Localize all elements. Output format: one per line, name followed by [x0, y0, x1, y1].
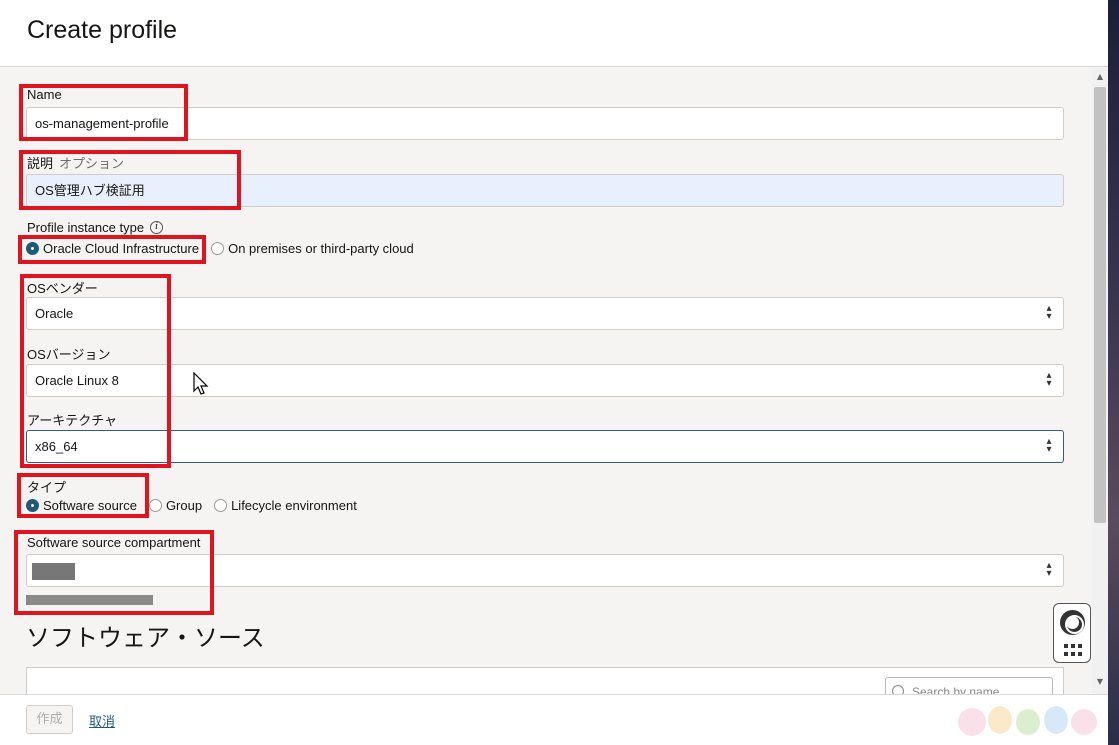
panel-header: Create profile: [0, 0, 1108, 67]
panel-footer: 作成 取消: [0, 694, 1108, 745]
instance-type-label-text: Profile instance type: [27, 220, 145, 235]
highlight-os-fields: [20, 274, 171, 468]
os-version-select[interactable]: Oracle Linux 8 ▴ ▾: [26, 364, 1064, 397]
desktop-background: [1108, 0, 1119, 745]
radio-unselected-icon[interactable]: [214, 499, 228, 512]
radio-group-label: Group: [165, 498, 203, 513]
radio-lifecycle-label: Lifecycle environment: [231, 498, 357, 513]
page-title: Create profile: [27, 16, 178, 44]
apps-grid-icon[interactable]: [1064, 644, 1082, 656]
mouse-cursor-icon: [193, 372, 209, 395]
lifebuoy-icon[interactable]: [1060, 610, 1085, 635]
info-icon[interactable]: i: [150, 221, 164, 234]
chevron-updown-icon: ▴ ▾: [1046, 303, 1052, 322]
software-sources-title: ソフトウェア・ソース: [26, 624, 265, 652]
highlight-instance-type: [18, 235, 206, 264]
highlight-description: [19, 150, 241, 210]
radio-unselected-icon[interactable]: [211, 242, 225, 255]
scrollbar-thumb[interactable]: [1094, 87, 1106, 523]
chevron-updown-icon: ▴ ▾: [1046, 370, 1052, 389]
scroll-up-icon[interactable]: ▲: [1094, 72, 1106, 82]
chevron-updown-icon: ▴ ▾: [1046, 560, 1052, 579]
highlight-compartment: [14, 530, 214, 615]
radio-lifecycle-environment[interactable]: Lifecycle environment: [214, 498, 357, 513]
radio-on-premises-label: On premises or third-party cloud: [228, 241, 414, 256]
radio-on-premises[interactable]: On premises or third-party cloud: [211, 241, 414, 256]
radio-group[interactable]: Group: [148, 498, 203, 513]
create-button[interactable]: 作成: [26, 705, 73, 734]
highlight-name: [19, 84, 188, 141]
architecture-select[interactable]: x86_64 ▴ ▾: [26, 430, 1064, 463]
help-widget[interactable]: [1053, 603, 1091, 663]
cancel-link[interactable]: 取消: [89, 711, 115, 730]
watermark-logo: [958, 706, 1097, 736]
radio-unselected-icon[interactable]: [148, 499, 162, 512]
highlight-type: [17, 473, 149, 518]
chevron-updown-icon: ▴ ▾: [1046, 436, 1052, 455]
instance-type-label: Profile instance type i: [27, 220, 164, 235]
os-vendor-select[interactable]: Oracle ▴ ▾: [26, 297, 1064, 330]
scroll-down-icon[interactable]: ▼: [1094, 677, 1106, 687]
